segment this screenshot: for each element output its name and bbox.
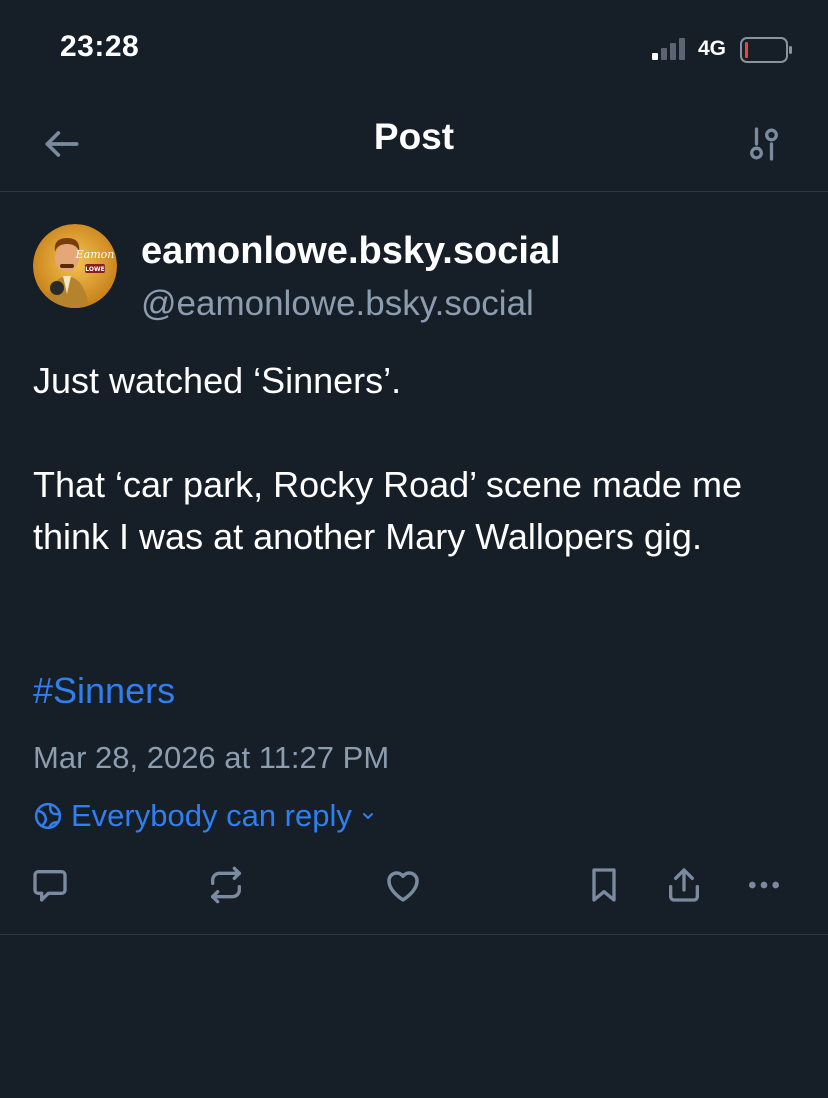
avatar-illustration: Eamon LOWE: [33, 224, 117, 308]
repost-button[interactable]: [202, 861, 250, 909]
more-icon: [749, 881, 779, 889]
post-timestamp: Mar 28, 2026 at 11:27 PM: [33, 740, 390, 775]
page-title: Post: [373, 116, 455, 157]
post-text: Just watched ‘Sinners’. That ‘car park, …: [33, 355, 803, 563]
signal-icon: [652, 38, 685, 60]
globe-icon: [34, 802, 62, 830]
avatar[interactable]: Eamon LOWE: [33, 224, 117, 308]
more-options-button[interactable]: [740, 861, 788, 909]
svg-text:LOWE: LOWE: [85, 266, 104, 273]
sliders-icon: [750, 127, 778, 161]
svg-text:Eamon: Eamon: [75, 248, 115, 261]
post-actions: [0, 855, 828, 915]
comment-icon: [33, 870, 67, 902]
reply-settings-button[interactable]: Everybody can reply: [33, 795, 376, 837]
reply-settings-label: Everybody can reply: [71, 798, 352, 833]
like-button[interactable]: [379, 861, 427, 909]
share-button[interactable]: [660, 861, 708, 909]
post-text-line: Just watched ‘Sinners’.: [33, 360, 402, 401]
divider: [0, 934, 828, 935]
chevron-down-icon: [362, 813, 373, 819]
post-text-line: That ‘car park, Rocky Road’ scene made m…: [33, 464, 742, 557]
thread-settings-button[interactable]: [738, 118, 790, 170]
repost-icon: [211, 866, 241, 904]
bookmark-button[interactable]: [580, 861, 628, 909]
bookmark-icon: [592, 868, 616, 902]
heart-icon: [387, 871, 419, 902]
status-time: 23:28: [60, 30, 140, 63]
share-icon: [669, 868, 699, 902]
author-display-name[interactable]: eamonlowe.bsky.social: [141, 230, 561, 273]
network-type: 4G: [698, 37, 727, 60]
reply-button[interactable]: [26, 861, 74, 909]
author-handle: @eamonlowe.bsky.social: [141, 284, 534, 323]
hashtag-link[interactable]: #Sinners: [33, 670, 175, 712]
status-bar: 23:28 4G: [0, 0, 828, 100]
battery-icon: [740, 37, 792, 63]
header-bar: Post: [0, 100, 828, 192]
